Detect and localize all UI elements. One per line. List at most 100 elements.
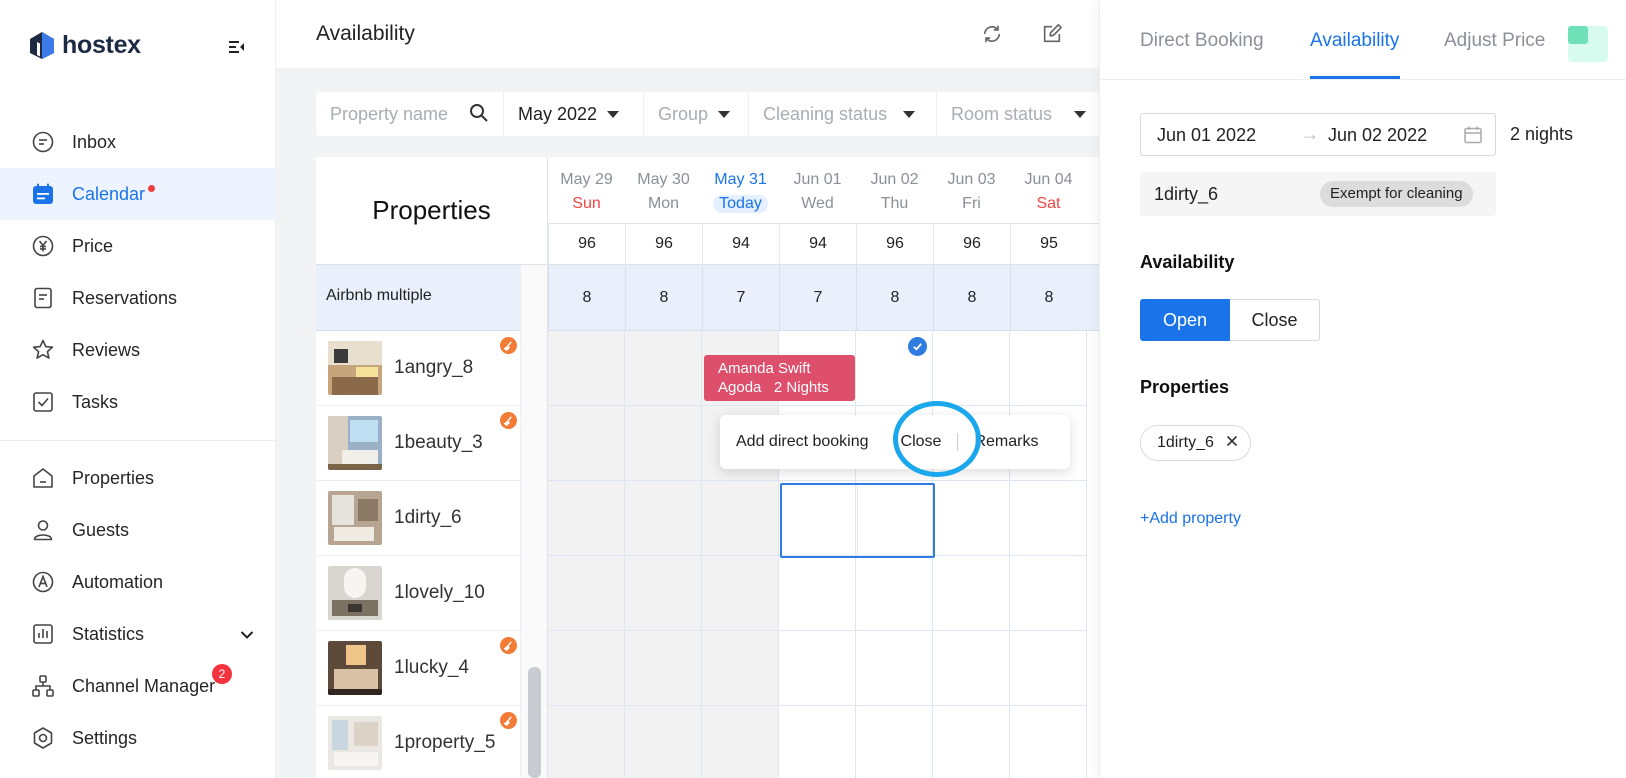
sidebar-item-tasks[interactable]: Tasks <box>0 376 276 428</box>
calendar-cell[interactable] <box>1010 631 1087 706</box>
day-name: Fri <box>962 195 981 212</box>
calendar-cell[interactable] <box>1010 481 1087 556</box>
sidebar-item-label: Inbox <box>72 131 117 152</box>
calendar-cell[interactable] <box>702 481 779 556</box>
property-row[interactable]: 1lovely_10 <box>316 556 520 631</box>
open-button[interactable]: Open <box>1140 299 1230 341</box>
property-search-input[interactable]: Property name <box>316 92 504 136</box>
month-select-value: May 2022 <box>518 103 598 124</box>
close-button[interactable]: Close <box>1230 299 1320 341</box>
month-select[interactable]: May 2022 <box>504 92 644 136</box>
room-status-value: Room status <box>951 103 1053 124</box>
calendar-cell[interactable] <box>625 706 702 778</box>
caret-down-icon <box>718 110 731 118</box>
calendar-cell[interactable] <box>779 706 856 778</box>
calendar-cell[interactable] <box>933 556 1010 631</box>
sidebar-item-calendar[interactable]: Calendar <box>0 168 276 220</box>
property-name: 1lovely_10 <box>394 582 485 603</box>
calendar-cell[interactable] <box>548 631 625 706</box>
cleaning-broom-icon <box>500 412 517 429</box>
calendar-cell[interactable] <box>933 481 1010 556</box>
calendar-cell[interactable] <box>933 706 1010 778</box>
calendar-cell[interactable] <box>702 631 779 706</box>
calendar-cell[interactable] <box>933 331 1010 406</box>
calendar-cell[interactable] <box>933 631 1010 706</box>
panel-tabs: Direct Booking Availability Adjust Price <box>1100 0 1626 80</box>
exempt-cleaning-badge: Exempt for cleaning <box>1320 181 1473 207</box>
cleaning-status-select[interactable]: Cleaning status <box>749 92 937 136</box>
sidebar-item-reservations[interactable]: Reservations <box>0 272 276 324</box>
property-name: 1beauty_3 <box>394 432 483 453</box>
group-row[interactable]: Airbnb multiple 8 8 7 7 8 8 8 <box>316 265 1100 331</box>
group-count: 8 <box>933 265 1010 331</box>
calendar-cell[interactable] <box>625 331 702 406</box>
house-icon <box>30 465 56 491</box>
date-range-picker[interactable]: Jun 01 2022 → Jun 02 2022 <box>1140 113 1496 156</box>
calendar-cell[interactable] <box>856 706 933 778</box>
tab-availability[interactable]: Availability <box>1310 30 1399 52</box>
scrollbar-thumb[interactable] <box>528 667 541 778</box>
group-count: 8 <box>625 265 702 331</box>
nav-secondary: Properties Guests Automation Statistics <box>0 452 276 764</box>
calendar-cell[interactable] <box>856 631 933 706</box>
add-property-link[interactable]: +Add property <box>1140 510 1241 528</box>
calendar-cell[interactable] <box>1010 556 1087 631</box>
page-title: Availability <box>316 22 415 45</box>
availability-count: 96 <box>625 224 702 266</box>
property-name: 1lucky_4 <box>394 657 469 678</box>
calendar-cell[interactable] <box>1010 331 1087 406</box>
tab-adjust-price[interactable]: Adjust Price <box>1444 30 1545 52</box>
sidebar-item-label: Statistics <box>72 623 145 644</box>
property-row[interactable]: 1beauty_3 <box>316 406 520 481</box>
refresh-button[interactable] <box>980 22 1004 46</box>
calendar-cell[interactable] <box>625 481 702 556</box>
chevron-down-icon[interactable] <box>240 624 254 645</box>
calendar-cell[interactable] <box>625 406 702 481</box>
property-row[interactable]: 1property_5 <box>316 706 520 778</box>
edit-icon <box>1043 24 1062 43</box>
tab-direct-booking[interactable]: Direct Booking <box>1140 30 1264 52</box>
sidebar-item-automation[interactable]: Automation <box>0 556 276 608</box>
sidebar-item-guests[interactable]: Guests <box>0 504 276 556</box>
sidebar-item-properties[interactable]: Properties <box>0 452 276 504</box>
calendar-cell[interactable] <box>548 706 625 778</box>
calendar-cell[interactable] <box>702 706 779 778</box>
close-icon[interactable] <box>1226 434 1238 452</box>
day-date: May 31 <box>714 171 767 188</box>
property-row[interactable]: 1angry_8 <box>316 331 520 406</box>
collapse-sidebar-button[interactable] <box>226 36 248 58</box>
calendar-cell[interactable] <box>548 406 625 481</box>
group-select[interactable]: Group <box>644 92 749 136</box>
app-logo[interactable]: hostex <box>28 30 141 60</box>
add-direct-booking-menu-item[interactable]: Add direct booking <box>720 415 885 469</box>
calendar-cell[interactable] <box>856 556 933 631</box>
sidebar-item-statistics[interactable]: Statistics <box>0 608 276 660</box>
gear-icon <box>30 725 56 751</box>
calendar-cell[interactable] <box>548 556 625 631</box>
property-row[interactable]: 1lucky_4 <box>316 631 520 706</box>
availability-count: 96 <box>933 224 1010 266</box>
calendar-cell[interactable] <box>779 631 856 706</box>
calendar-cell[interactable] <box>779 556 856 631</box>
sidebar-item-price[interactable]: Price <box>0 220 276 272</box>
sidebar-item-reviews[interactable]: Reviews <box>0 324 276 376</box>
calendar-cell[interactable] <box>548 331 625 406</box>
property-row[interactable]: 1dirty_6 <box>316 481 520 556</box>
sidebar-item-channel-manager[interactable]: Channel Manager 2 <box>0 660 276 712</box>
sidebar: hostex Inbox Calendar Price Reservations… <box>0 0 276 778</box>
calendar-cell[interactable] <box>1010 706 1087 778</box>
room-status-select[interactable]: Room status <box>937 92 1100 136</box>
calendar-cell[interactable] <box>625 631 702 706</box>
edit-button[interactable] <box>1040 22 1064 46</box>
calendar-cell[interactable] <box>625 556 702 631</box>
sidebar-item-settings[interactable]: Settings <box>0 712 276 764</box>
day-name: Sat <box>1036 195 1061 212</box>
group-count: 8 <box>548 265 625 331</box>
selected-property-name: 1dirty_6 <box>1154 184 1219 204</box>
sidebar-item-inbox[interactable]: Inbox <box>0 116 276 168</box>
day-header: May 30 Mon <box>625 157 702 223</box>
selected-date-range[interactable] <box>780 483 935 558</box>
calendar-cell[interactable] <box>548 481 625 556</box>
booking-bar[interactable]: Amanda Swift Agoda 2 Nights <box>704 355 855 401</box>
calendar-cell[interactable] <box>702 556 779 631</box>
